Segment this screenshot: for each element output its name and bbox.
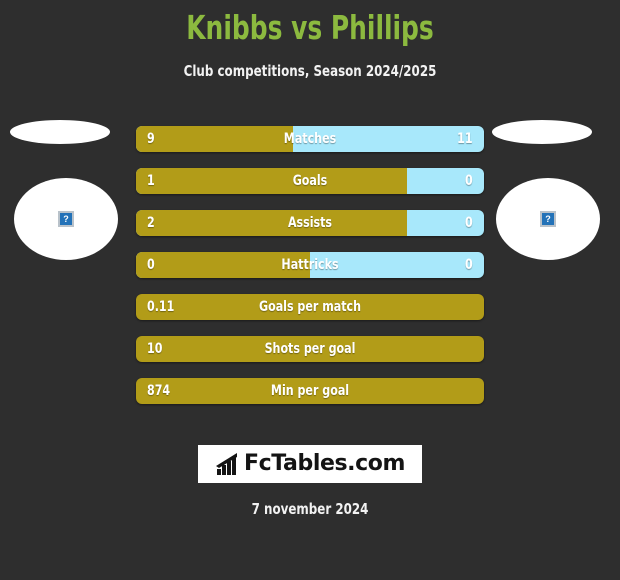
broken-image-glyph: ? (545, 213, 551, 224)
stat-label: Goals (292, 173, 328, 189)
stat-value-left: 1 (147, 173, 155, 189)
stat-comparison-card: Knibbs vs Phillips Club competitions, Se… (0, 0, 620, 580)
stat-value-right: 11 (457, 131, 473, 147)
stat-value-right: 0 (465, 257, 473, 273)
fctables-logo-text: FcTables.com (243, 451, 406, 476)
stat-label: Goals per match (258, 299, 361, 315)
stat-value-left: 2 (147, 215, 155, 231)
stat-bar-text: 0 Hattricks 0 (136, 252, 484, 278)
stat-label: Hattricks (281, 257, 339, 273)
page-title: Knibbs vs Phillips (186, 8, 434, 47)
stat-bar-list: 9 Matches 11 1 Goals 0 2 Assists 0 0 Hattricks 0 0.1… (136, 126, 484, 420)
stat-bar-text: 9 Matches 11 (136, 126, 484, 152)
stat-bar-text: 1 Goals 0 (136, 168, 484, 194)
stat-bar-text: 874 Min per goal (136, 378, 484, 404)
stat-bar-row: 0.11 Goals per match (136, 294, 484, 320)
player-photo-left-placeholder-flat (10, 120, 110, 144)
stat-bar-row: 10 Shots per goal (136, 336, 484, 362)
player-photo-right-placeholder-flat (492, 120, 592, 144)
stat-label: Matches (283, 131, 337, 147)
stat-bar-text: 2 Assists 0 (136, 210, 484, 236)
stat-bar-text: 0.11 Goals per match (136, 294, 484, 320)
player-photo-right: ? (492, 116, 608, 266)
stat-bar-row: 0 Hattricks 0 (136, 252, 484, 278)
stat-value-right: 0 (465, 215, 473, 231)
stat-value-left: 9 (147, 131, 155, 147)
stat-bar-row: 2 Assists 0 (136, 210, 484, 236)
snapshot-date: 7 november 2024 (251, 500, 369, 518)
page-subtitle: Club competitions, Season 2024/2025 (183, 62, 437, 80)
stat-label: Min per goal (270, 383, 350, 399)
stat-label: Assists (287, 215, 333, 231)
stat-bar-row: 9 Matches 11 (136, 126, 484, 152)
stat-bar-text: 10 Shots per goal (136, 336, 484, 362)
stat-label: Shots per goal (264, 341, 356, 357)
stat-value-right: 0 (465, 173, 473, 189)
bar-chart-icon (215, 453, 237, 475)
stat-value-left: 0 (147, 257, 155, 273)
broken-image-glyph: ? (63, 213, 69, 224)
player-photo-right-placeholder-oval: ? (496, 178, 600, 260)
fctables-logo[interactable]: FcTables.com (198, 445, 422, 483)
broken-image-icon: ? (540, 211, 556, 227)
broken-image-icon: ? (58, 211, 74, 227)
player-photo-left: ? (10, 116, 126, 266)
stat-bar-row: 1 Goals 0 (136, 168, 484, 194)
player-photo-left-placeholder-oval: ? (14, 178, 118, 260)
stat-bar-row: 874 Min per goal (136, 378, 484, 404)
